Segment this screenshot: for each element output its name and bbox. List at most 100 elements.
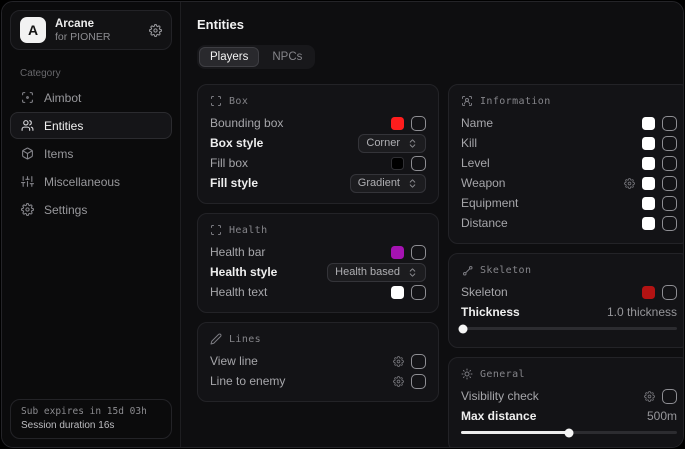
row-max-distance: Max distance500m bbox=[461, 406, 677, 426]
checkbox[interactable] bbox=[411, 156, 426, 171]
setting-label: Fill box bbox=[210, 156, 383, 170]
row-controls bbox=[393, 374, 426, 389]
setting-label: Skeleton bbox=[461, 285, 634, 299]
dropdown-health-style[interactable]: Health based bbox=[327, 263, 426, 282]
scan-brackets-icon bbox=[210, 95, 222, 107]
row-fill-box: Fill box bbox=[210, 153, 426, 173]
checkbox[interactable] bbox=[662, 389, 677, 404]
panel-title: Skeleton bbox=[480, 265, 531, 276]
tab-npcs[interactable]: NPCs bbox=[261, 47, 313, 67]
setting-label: Kill bbox=[461, 136, 634, 150]
row-settings-gear-icon[interactable] bbox=[624, 178, 635, 189]
color-swatch[interactable] bbox=[642, 117, 655, 130]
row-fill-style: Fill styleGradient bbox=[210, 173, 426, 193]
crosshair-scan-icon bbox=[21, 91, 34, 104]
slider-thumb[interactable] bbox=[565, 428, 574, 437]
tab-players[interactable]: Players bbox=[199, 47, 259, 67]
panel-header: Information bbox=[461, 95, 677, 107]
checkbox[interactable] bbox=[411, 116, 426, 131]
sidebar-item-settings[interactable]: Settings bbox=[10, 196, 172, 223]
sidebar-item-aimbot[interactable]: Aimbot bbox=[10, 84, 172, 111]
dropdown-box-style[interactable]: Corner bbox=[358, 134, 426, 153]
unfold-icon bbox=[407, 178, 418, 189]
panel-title: Lines bbox=[229, 334, 261, 345]
slider-track[interactable] bbox=[461, 431, 677, 434]
setting-label: Box style bbox=[210, 136, 350, 150]
main-content: Entities Players NPCs BoxBounding boxBox… bbox=[181, 2, 684, 447]
checkbox[interactable] bbox=[662, 216, 677, 231]
sidebar-item-entities[interactable]: Entities bbox=[10, 112, 172, 139]
dropdown-fill-style[interactable]: Gradient bbox=[350, 174, 426, 193]
color-swatch[interactable] bbox=[642, 157, 655, 170]
sliders-icon bbox=[21, 175, 34, 188]
checkbox[interactable] bbox=[411, 285, 426, 300]
row-settings-gear-icon[interactable] bbox=[644, 391, 655, 402]
row-settings-gear-icon[interactable] bbox=[393, 356, 404, 367]
panel-header: Skeleton bbox=[461, 264, 677, 276]
setting-label: Health text bbox=[210, 285, 383, 299]
checkbox[interactable] bbox=[662, 176, 677, 191]
color-swatch[interactable] bbox=[391, 157, 404, 170]
row-name: Name bbox=[461, 113, 677, 133]
dropdown-value: Health based bbox=[335, 266, 400, 278]
bone-icon bbox=[461, 264, 473, 276]
color-swatch[interactable] bbox=[642, 286, 655, 299]
checkbox[interactable] bbox=[662, 285, 677, 300]
panel-title: Box bbox=[229, 96, 248, 107]
panel-title: Health bbox=[229, 225, 268, 236]
sidebar: A Arcane for PIONER Category AimbotEntit… bbox=[2, 2, 181, 447]
slider-fill bbox=[461, 431, 569, 434]
row-controls: Gradient bbox=[350, 174, 426, 193]
color-swatch[interactable] bbox=[642, 217, 655, 230]
color-swatch[interactable] bbox=[642, 137, 655, 150]
pencil-line-icon bbox=[210, 333, 222, 345]
row-controls bbox=[644, 389, 677, 404]
row-settings-gear-icon[interactable] bbox=[393, 376, 404, 387]
dropdown-value: Gradient bbox=[358, 177, 400, 189]
setting-label: Line to enemy bbox=[210, 374, 385, 388]
color-swatch[interactable] bbox=[391, 286, 404, 299]
sidebar-item-miscellaneous[interactable]: Miscellaneous bbox=[10, 168, 172, 195]
checkbox[interactable] bbox=[411, 374, 426, 389]
checkbox[interactable] bbox=[411, 354, 426, 369]
sidebar-item-label: Aimbot bbox=[44, 91, 81, 105]
checkbox[interactable] bbox=[662, 116, 677, 131]
sidebar-item-items[interactable]: Items bbox=[10, 140, 172, 167]
sidebar-item-label: Items bbox=[44, 147, 73, 161]
color-swatch[interactable] bbox=[642, 197, 655, 210]
panel-header: Health bbox=[210, 224, 426, 236]
slider-track[interactable] bbox=[461, 327, 677, 330]
setting-label: View line bbox=[210, 354, 385, 368]
app-logo: A bbox=[20, 17, 46, 43]
setting-label: Name bbox=[461, 116, 634, 130]
row-weapon: Weapon bbox=[461, 173, 677, 193]
row-controls bbox=[391, 156, 426, 171]
color-swatch[interactable] bbox=[642, 177, 655, 190]
row-visibility-check: Visibility check bbox=[461, 386, 677, 406]
setting-label: Bounding box bbox=[210, 116, 383, 130]
row-controls bbox=[642, 216, 677, 231]
users-icon bbox=[21, 119, 34, 132]
slider-thumb[interactable] bbox=[459, 324, 468, 333]
user-scan-icon bbox=[461, 95, 473, 107]
checkbox[interactable] bbox=[662, 136, 677, 151]
row-controls bbox=[642, 156, 677, 171]
checkbox[interactable] bbox=[662, 196, 677, 211]
setting-label: Distance bbox=[461, 216, 634, 230]
color-swatch[interactable] bbox=[391, 246, 404, 259]
slider-row bbox=[461, 431, 677, 441]
row-health-style: Health styleHealth based bbox=[210, 262, 426, 282]
panel-title: Information bbox=[480, 96, 551, 107]
scan-brackets-icon bbox=[210, 224, 222, 236]
panel-header: General bbox=[461, 368, 677, 380]
checkbox[interactable] bbox=[411, 245, 426, 260]
color-swatch[interactable] bbox=[391, 117, 404, 130]
slider-row bbox=[461, 327, 677, 337]
setting-label: Max distance bbox=[461, 409, 639, 423]
account-gear-icon[interactable] bbox=[149, 24, 162, 37]
panels-column-left: Box Bounding box Box style Corner Fill box Fi… bbox=[197, 84, 439, 402]
checkbox[interactable] bbox=[662, 156, 677, 171]
panel-box: Box Bounding box Box style Corner Fill box Fi… bbox=[197, 84, 439, 204]
unfold-icon bbox=[407, 267, 418, 278]
panel-general: General Visibility checkMax distance500m bbox=[448, 357, 684, 448]
